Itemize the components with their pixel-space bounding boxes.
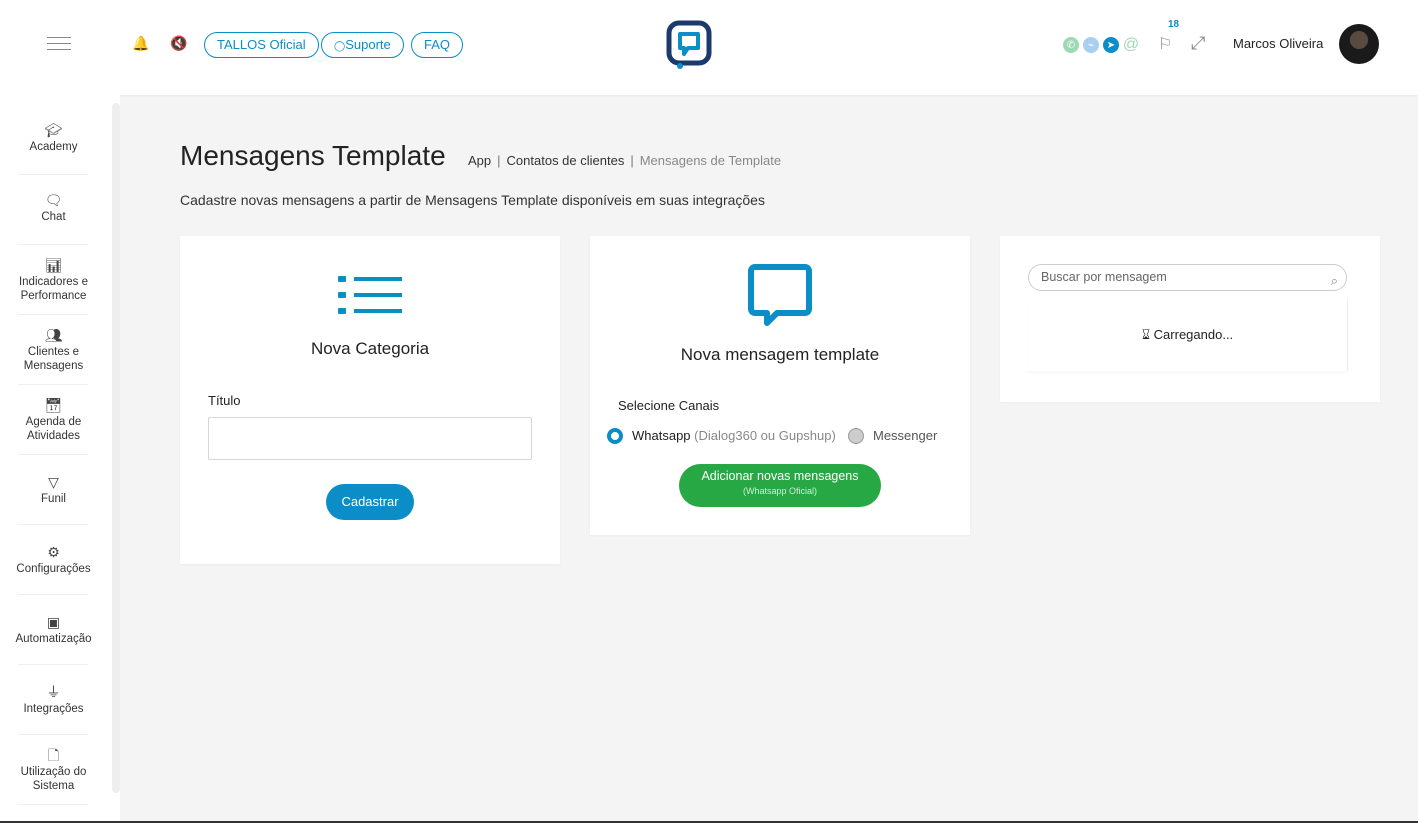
adicionar-mensagens-button[interactable]: Adicionar novas mensagens (Whatsapp Ofic…: [679, 464, 881, 507]
sidebar-item-automatizacao[interactable]: ▣ Automatização: [0, 595, 107, 665]
sidebar: 🎓︎ Academy 🗨︎ Chat 📊︎ Indicadores e Perf…: [0, 95, 120, 823]
presentation-chart-icon: 📊︎: [44, 256, 63, 273]
menu-toggle-icon[interactable]: [47, 37, 71, 53]
search-placeholder: Buscar por mensagem: [1041, 270, 1167, 284]
list-icon: [338, 276, 402, 314]
telegram-icon[interactable]: ➤: [1103, 37, 1119, 53]
sidebar-item-label: Chat: [41, 210, 66, 223]
calendar-icon: 📅︎: [44, 396, 63, 413]
sidebar-item-configuracoes[interactable]: ⚙ Configurações: [0, 525, 107, 595]
adicionar-mensagens-label: Adicionar novas mensagens: [701, 469, 859, 483]
adicionar-mensagens-sublabel: (Whatsapp Oficial): [742, 486, 818, 496]
faq-button[interactable]: FAQ: [411, 32, 464, 58]
whatsapp-icon: ◯: [334, 41, 346, 52]
sidebar-item-label: Academy: [29, 140, 78, 153]
sidebar-item-utilizacao[interactable]: 🗋︎ Utilização do Sistema: [0, 735, 107, 805]
top-header: 🔔 🔇 TALLOS Oficial ◯Suporte FAQ ✆ ⌁ ➤ @ …: [0, 0, 1418, 95]
sidebar-item-integracoes[interactable]: ⏚ Integrações: [0, 665, 107, 735]
breadcrumb: App | Contatos de clientes | Mensagens de Te…: [468, 153, 782, 168]
whatsapp-radio-label[interactable]: Whatsapp (Dialog360 ou Gupshup): [632, 428, 836, 443]
sidebar-item-label: Automatização: [15, 632, 92, 645]
messenger-radio[interactable]: [848, 428, 864, 444]
tallos-oficial-button[interactable]: TALLOS Oficial: [204, 32, 319, 58]
notification-count: 18: [1168, 19, 1180, 30]
sidebar-item-label: Clientes e Mensagens: [23, 345, 84, 372]
chat-bubble-icon: [748, 264, 812, 326]
hourglass-icon: ⌛︎: [1141, 327, 1151, 342]
gears-icon: ⚙: [47, 543, 60, 560]
user-name[interactable]: Marcos Oliveira: [1233, 36, 1323, 51]
sidebar-item-label: Agenda de Atividades: [25, 415, 82, 442]
speaker-mute-icon[interactable]: 🔇: [170, 35, 187, 52]
email-icon[interactable]: @: [1123, 36, 1139, 53]
sidebar-item-label: Utilização do Sistema: [20, 765, 87, 792]
document-icon: 🗋︎: [47, 746, 60, 763]
whatsapp-option-text: Whatsapp: [632, 428, 691, 443]
cadastrar-button[interactable]: Cadastrar: [326, 484, 414, 520]
filter-icon: ▽: [48, 473, 59, 490]
results-panel: ⌛︎ Carregando...: [1028, 299, 1348, 371]
nova-mensagem-template-title: Nova mensagem template: [680, 345, 880, 364]
search-icon[interactable]: ⌕: [1331, 268, 1338, 293]
chip-icon: ▣: [46, 613, 61, 630]
chat-bubbles-icon: 🗨︎: [44, 191, 63, 208]
graduation-cap-icon: 🎓︎: [44, 121, 63, 138]
page-title: Mensagens Template: [180, 140, 446, 171]
channel-icons: ✆ ⌁ ➤ @: [1063, 36, 1139, 53]
sidebar-item-clientes[interactable]: 👥︎ Clientes e Mensagens: [0, 315, 107, 385]
page-subtitle: Cadastre novas mensagens a partir de Men…: [180, 192, 765, 208]
sidebar-item-indicadores[interactable]: 📊︎ Indicadores e Performance: [0, 245, 107, 315]
sidebar-item-label: Indicadores e Performance: [18, 275, 89, 302]
sidebar-item-funil[interactable]: ▽ Funil: [0, 455, 107, 525]
breadcrumb-app[interactable]: App: [468, 153, 491, 168]
titulo-input[interactable]: [208, 417, 532, 460]
tallos-logo[interactable]: [666, 20, 714, 72]
messenger-icon[interactable]: ⌁: [1083, 37, 1099, 53]
nova-categoria-card: Nova Categoria Título Cadastrar: [180, 236, 560, 564]
sidebar-item-chat[interactable]: 🗨︎ Chat: [0, 173, 107, 243]
sidebar-item-label: Configurações: [16, 562, 91, 575]
sidebar-item-agenda[interactable]: 📅︎ Agenda de Atividades: [0, 385, 107, 455]
sidebar-scrollbar[interactable]: [112, 103, 120, 793]
users-icon: 👥︎: [44, 326, 63, 343]
breadcrumb-contatos[interactable]: Contatos de clientes: [507, 153, 625, 168]
suporte-button[interactable]: ◯Suporte: [321, 32, 404, 58]
sidebar-item-label: Integrações: [23, 702, 84, 715]
whatsapp-radio[interactable]: [607, 428, 623, 444]
suporte-label: Suporte: [345, 37, 391, 52]
nova-mensagem-template-card: Nova mensagem template Selecione Canais …: [590, 236, 970, 535]
sidebar-item-label: Funil: [41, 492, 66, 505]
selecione-canais-label: Selecione Canais: [618, 398, 720, 413]
sidebar-item-academy[interactable]: 🎓︎ Academy: [0, 103, 107, 173]
search-input[interactable]: Buscar por mensagem ⌕: [1028, 264, 1347, 291]
messenger-radio-label[interactable]: Messenger: [873, 428, 937, 443]
whatsapp-option-note: (Dialog360 ou Gupshup): [694, 428, 836, 443]
titulo-label: Título: [208, 393, 241, 408]
template-search-card: Buscar por mensagem ⌕ ⌛︎ Carregando...: [1000, 236, 1380, 402]
avatar[interactable]: [1339, 24, 1379, 64]
loading-text: Carregando...: [1153, 327, 1234, 342]
whatsapp-icon[interactable]: ✆: [1063, 37, 1079, 53]
loading-indicator: ⌛︎ Carregando...: [1028, 327, 1347, 343]
plug-icon: ⏚: [46, 683, 61, 700]
bell-icon[interactable]: 🔔: [132, 35, 149, 52]
breadcrumb-current: Mensagens de Template: [639, 153, 782, 168]
nova-categoria-title: Nova Categoria: [310, 339, 430, 358]
flag-icon[interactable]: ⚐: [1158, 34, 1172, 54]
fullscreen-icon[interactable]: ⤢: [1191, 33, 1205, 54]
